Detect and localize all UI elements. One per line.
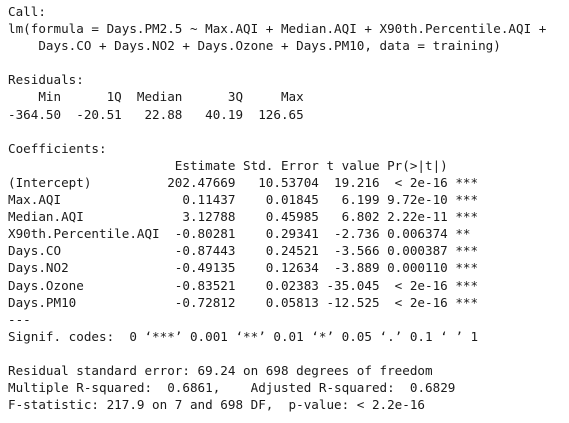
console-line: Residuals:	[8, 72, 84, 88]
console-line	[8, 54, 567, 71]
console-line: Days.PM10 -0.72812 0.05813 -12.525 < 2e-…	[8, 294, 479, 310]
console-line: ---	[8, 311, 31, 327]
console-line: Multiple R-squared: 0.6861, Adjusted R-s…	[8, 380, 463, 396]
console-line: Median.AQI 3.12788 0.45985 6.802 2.22e-1…	[8, 209, 479, 225]
r-console-output: Call: lm(formula = Days.PM2.5 ~ Max.AQI …	[8, 3, 567, 421]
console-line: Residual standard error: 69.24 on 698 de…	[8, 362, 433, 378]
console-line: Days.NO2 -0.49135 0.12634 -3.889 0.00011…	[8, 260, 479, 276]
console-line: Call:	[8, 4, 46, 19]
console-line: X90th.Percentile.AQI -0.80281 0.29341 -2…	[8, 226, 479, 242]
console-line: lm(formula = Days.PM2.5 ~ Max.AQI + Medi…	[8, 21, 547, 37]
console-line: Min 1Q Median 3Q Max	[8, 89, 304, 105]
console-line: F-statistic: 217.9 on 7 and 698 DF, p-va…	[8, 397, 426, 413]
console-line: Coefficients:	[8, 140, 107, 156]
console-line	[8, 345, 567, 362]
console-line: Signif. codes: 0 ‘***’ 0.001 ‘**’ 0.01 ‘…	[8, 328, 479, 344]
console-line	[8, 123, 567, 140]
console-line: Estimate Std. Error t value Pr(>|t|)	[8, 157, 479, 173]
console-line: (Intercept) 202.47669 10.53704 19.216 < …	[8, 174, 479, 190]
console-line: Max.AQI 0.11437 0.01845 6.199 9.72e-10 *…	[8, 192, 479, 208]
console-line: Days.Ozone -0.83521 0.02383 -35.045 < 2e…	[8, 277, 479, 293]
console-line: -364.50 -20.51 22.88 40.19 126.65	[8, 106, 304, 122]
console-line: Days.CO -0.87443 0.24521 -3.566 0.000387…	[8, 243, 479, 259]
console-line: Days.CO + Days.NO2 + Days.Ozone + Days.P…	[8, 38, 501, 54]
